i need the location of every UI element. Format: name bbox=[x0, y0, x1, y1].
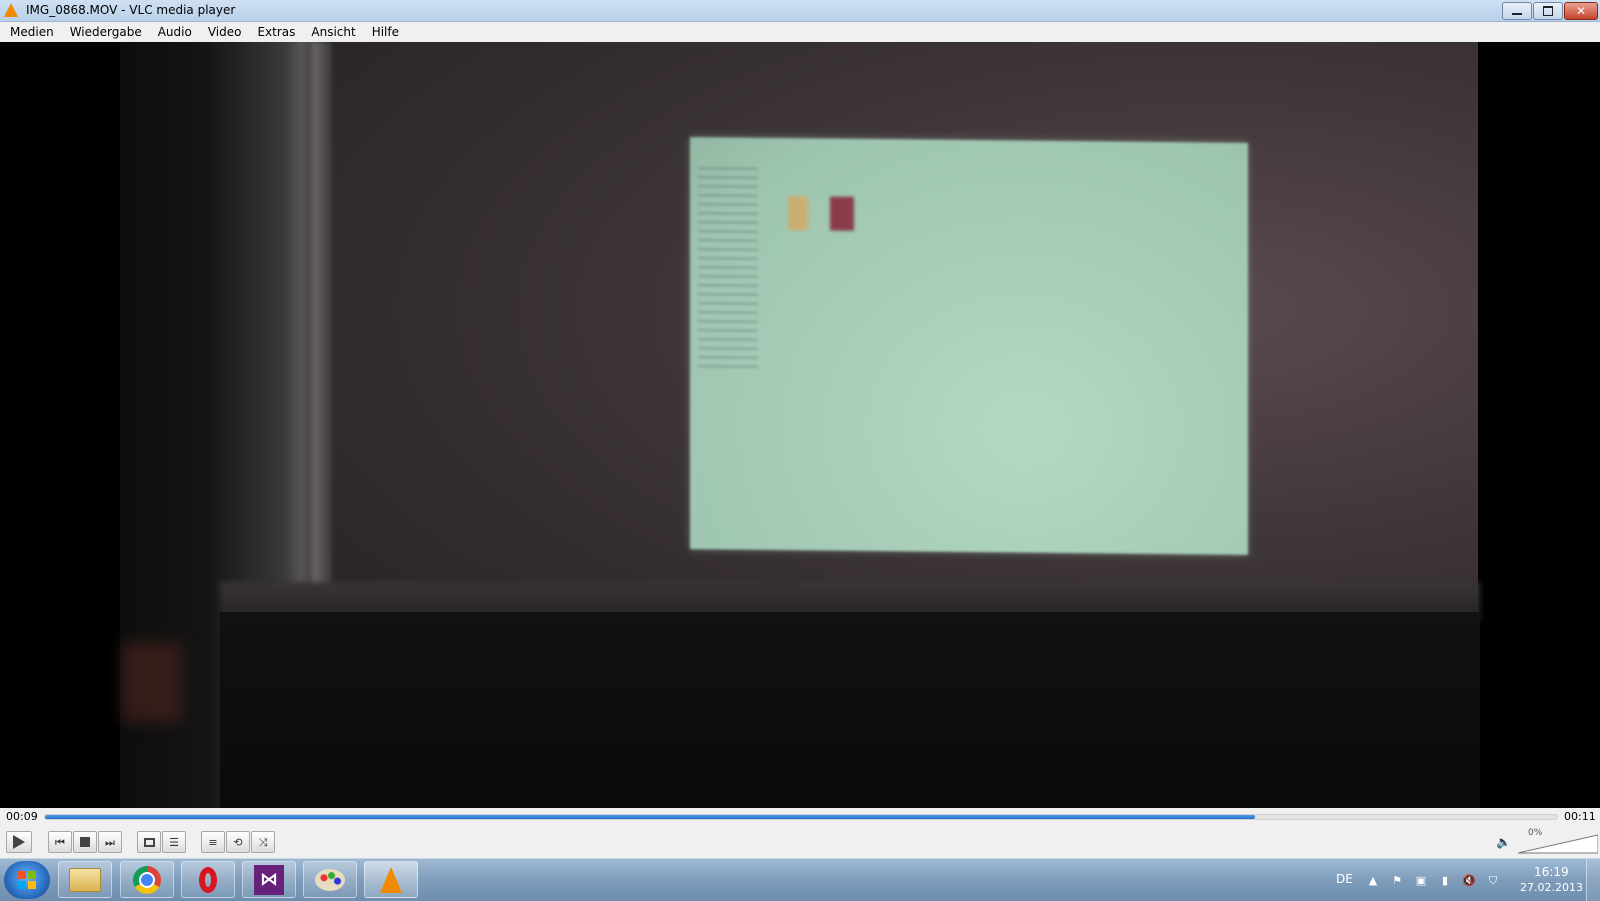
close-button[interactable]: ✕ bbox=[1564, 2, 1598, 20]
minimize-button[interactable] bbox=[1502, 2, 1532, 20]
projected-sidebar bbox=[698, 167, 758, 368]
next-icon: ⏭ bbox=[105, 835, 115, 849]
elapsed-time: 00:09 bbox=[6, 810, 38, 823]
clock-time[interactable]: 16:19 bbox=[1534, 865, 1569, 879]
seek-slider[interactable] bbox=[44, 814, 1558, 820]
restore-button[interactable] bbox=[1533, 2, 1563, 20]
show-desktop-button[interactable] bbox=[1586, 859, 1600, 901]
taskbar-explorer[interactable] bbox=[58, 861, 112, 898]
play-button[interactable] bbox=[6, 831, 32, 853]
loop-icon: ⟲ bbox=[233, 835, 243, 849]
taskbar: ⋈ DE ▲ ⚑ ▣ ▮ 🔇 ⛉ 16:19 27.02.2013 bbox=[0, 858, 1600, 901]
seek-progress bbox=[45, 815, 1255, 819]
taskbar-opera[interactable] bbox=[181, 861, 235, 898]
menu-bar: Medien Wiedergabe Audio Video Extras Ans… bbox=[0, 22, 1600, 42]
playlist-button[interactable]: ≡ bbox=[201, 831, 225, 853]
previous-icon: ⏮ bbox=[55, 835, 65, 849]
menu-audio[interactable]: Audio bbox=[150, 25, 200, 39]
projected-file-icon bbox=[830, 196, 854, 231]
video-floor bbox=[220, 612, 1480, 808]
stop-button[interactable] bbox=[73, 831, 97, 853]
previous-button[interactable]: ⏮ bbox=[48, 831, 72, 853]
fullscreen-icon bbox=[143, 837, 155, 847]
menu-wiedergabe[interactable]: Wiedergabe bbox=[62, 25, 150, 39]
volume-icon[interactable]: 🔈 bbox=[1496, 835, 1511, 849]
fullscreen-button[interactable] bbox=[137, 831, 161, 853]
volume-percent: 0% bbox=[1528, 828, 1543, 838]
minimize-icon bbox=[1512, 13, 1522, 15]
controls-bar: ⏮ ⏭ ☰ ≡ ⟲ ⤨ 🔈 0% bbox=[0, 826, 1600, 858]
menu-ansicht[interactable]: Ansicht bbox=[303, 25, 363, 39]
security-shield-icon[interactable]: ⛉ bbox=[1486, 874, 1500, 888]
total-time[interactable]: 00:11 bbox=[1564, 810, 1596, 823]
loop-button[interactable]: ⟲ bbox=[226, 831, 250, 853]
visual-studio-icon: ⋈ bbox=[254, 864, 284, 895]
chrome-icon bbox=[133, 865, 161, 894]
play-icon bbox=[13, 835, 25, 849]
clock-date[interactable]: 27.02.2013 bbox=[1520, 881, 1583, 894]
window-title: IMG_0868.MOV - VLC media player bbox=[26, 3, 236, 17]
extended-settings-icon: ☰ bbox=[169, 835, 179, 849]
vlc-cone-icon bbox=[4, 3, 18, 17]
video-display[interactable] bbox=[0, 42, 1600, 808]
taskbar-vlc[interactable] bbox=[364, 861, 418, 898]
close-icon: ✕ bbox=[1575, 4, 1587, 18]
menu-video[interactable]: Video bbox=[200, 25, 250, 39]
next-button[interactable]: ⏭ bbox=[98, 831, 122, 853]
tray-expand-icon[interactable]: ▲ bbox=[1366, 874, 1380, 888]
stop-icon bbox=[80, 837, 90, 847]
vlc-cone-icon bbox=[380, 866, 402, 893]
playlist-icon: ≡ bbox=[208, 835, 218, 849]
shuffle-button[interactable]: ⤨ bbox=[251, 831, 275, 853]
start-button[interactable] bbox=[4, 861, 50, 899]
device-icon[interactable]: ▣ bbox=[1414, 874, 1428, 888]
speaker-muted-icon[interactable]: 🔇 bbox=[1462, 874, 1476, 888]
language-indicator[interactable]: DE bbox=[1336, 872, 1353, 886]
menu-hilfe[interactable]: Hilfe bbox=[364, 25, 407, 39]
paint-palette-icon bbox=[315, 868, 345, 891]
taskbar-chrome[interactable] bbox=[120, 861, 174, 898]
menu-extras[interactable]: Extras bbox=[249, 25, 303, 39]
taskbar-visual-studio[interactable]: ⋈ bbox=[242, 861, 296, 898]
opera-icon bbox=[199, 866, 217, 893]
taskbar-paint[interactable] bbox=[303, 861, 357, 898]
flag-warning-icon[interactable]: ⚑ bbox=[1390, 874, 1404, 888]
folder-icon bbox=[69, 867, 101, 892]
seek-row: 00:09 00:11 bbox=[0, 808, 1600, 826]
video-clock-glow bbox=[122, 642, 182, 722]
projected-folder-icon bbox=[788, 196, 808, 231]
shuffle-icon: ⤨ bbox=[258, 835, 268, 849]
restore-icon bbox=[1543, 6, 1553, 16]
title-bar: IMG_0868.MOV - VLC media player ✕ bbox=[0, 0, 1600, 22]
extended-settings-button[interactable]: ☰ bbox=[162, 831, 186, 853]
network-signal-icon[interactable]: ▮ bbox=[1438, 874, 1452, 888]
video-frame bbox=[120, 42, 1480, 808]
menu-medien[interactable]: Medien bbox=[2, 25, 62, 39]
windows-logo-icon bbox=[18, 871, 36, 889]
video-projected-screen bbox=[690, 137, 1248, 555]
